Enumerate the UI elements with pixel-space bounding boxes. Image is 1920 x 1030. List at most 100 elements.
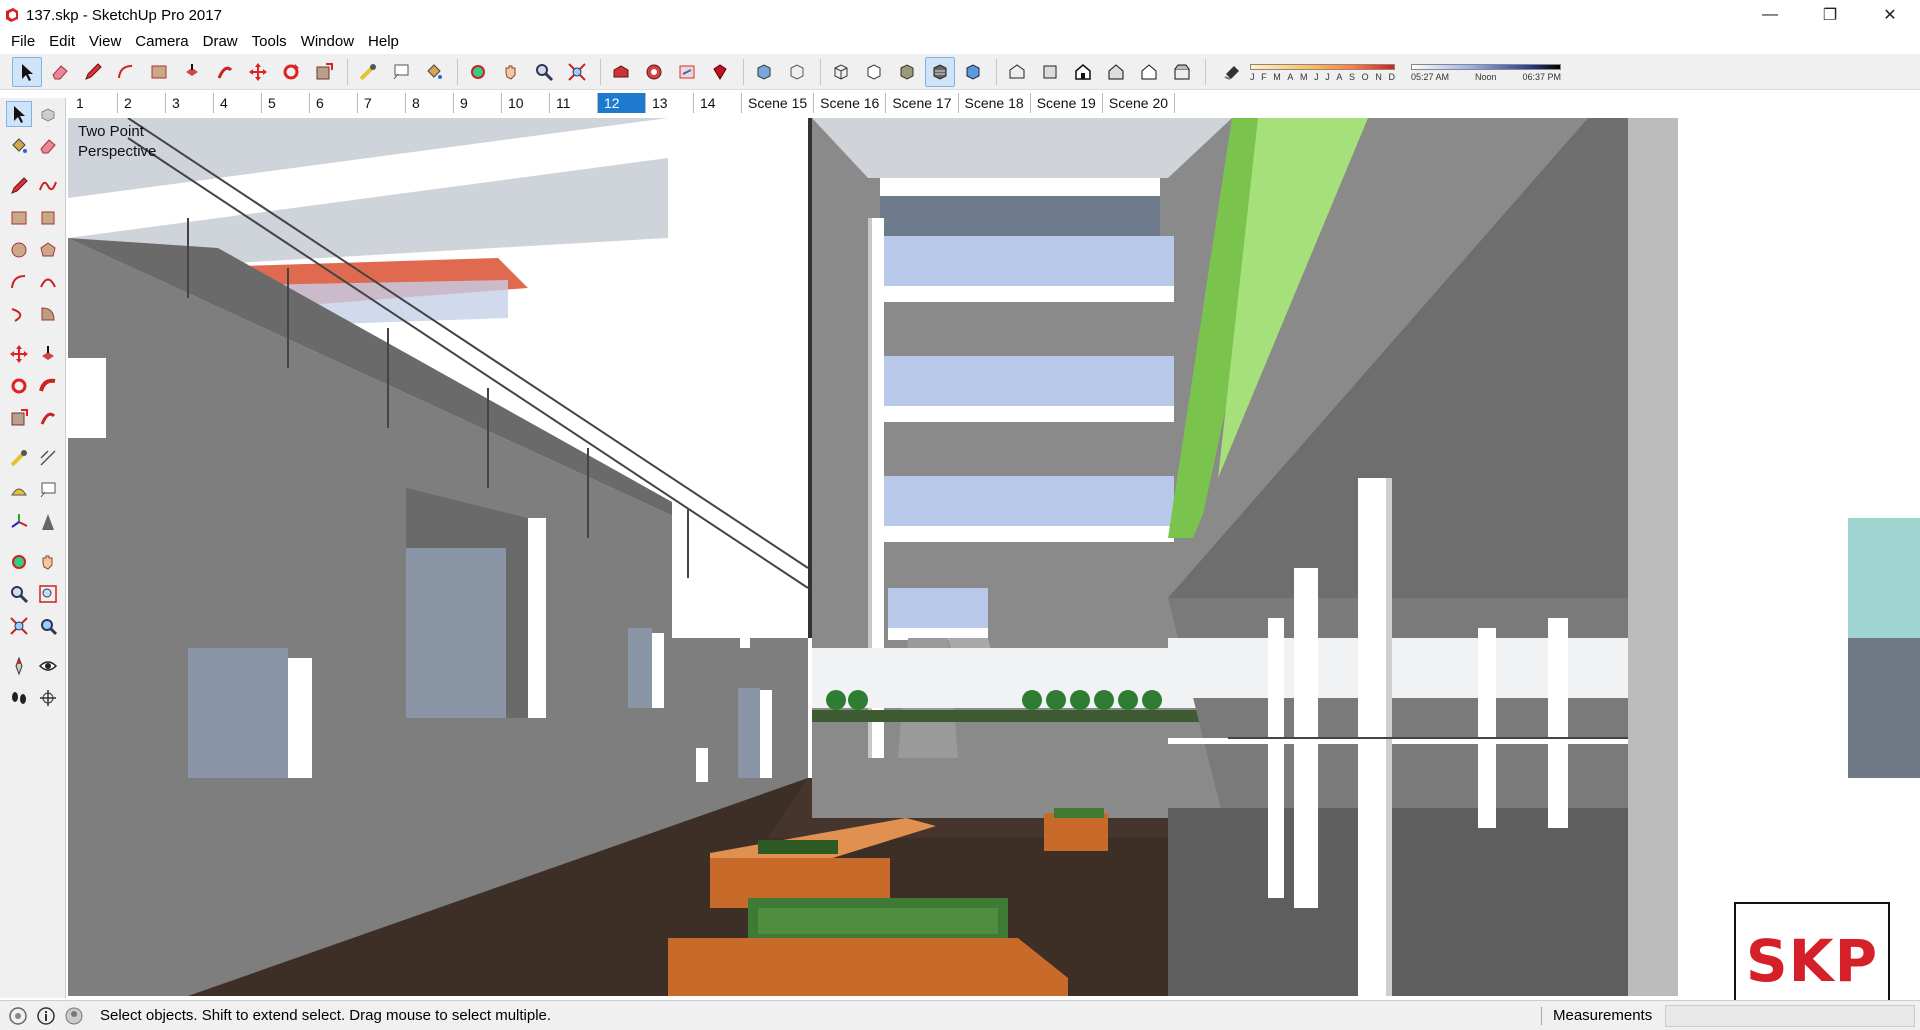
scene-tab[interactable]: 11 bbox=[550, 93, 598, 113]
rectangle-tool-button[interactable] bbox=[144, 57, 174, 87]
pan-tool-button[interactable] bbox=[496, 57, 526, 87]
scene-tab[interactable]: 1 bbox=[70, 93, 118, 113]
right-view-button[interactable] bbox=[1101, 57, 1131, 87]
axes-tool[interactable] bbox=[6, 509, 32, 535]
rotate-tool[interactable] bbox=[6, 373, 32, 399]
model-viewport[interactable]: Two Point Perspective bbox=[68, 118, 1920, 996]
scene-tab[interactable]: 9 bbox=[454, 93, 502, 113]
2-point-arc-tool[interactable] bbox=[36, 269, 62, 295]
menu-help[interactable]: Help bbox=[361, 33, 406, 50]
shadows-toggle-button[interactable] bbox=[1217, 57, 1247, 87]
menu-window[interactable]: Window bbox=[294, 33, 361, 50]
time-of-day-slider[interactable]: 05:27 AM Noon 06:37 PM bbox=[1411, 58, 1561, 86]
look-around-tool[interactable] bbox=[36, 653, 62, 679]
select-tool[interactable] bbox=[6, 101, 32, 127]
menu-draw[interactable]: Draw bbox=[196, 33, 245, 50]
scene-tab[interactable]: 7 bbox=[358, 93, 406, 113]
pie-tool[interactable] bbox=[36, 301, 62, 327]
rectangle-tool[interactable] bbox=[6, 205, 32, 231]
wireframe-style-button[interactable] bbox=[826, 57, 856, 87]
zoom-window-tool[interactable] bbox=[36, 581, 62, 607]
section-plane-tool[interactable] bbox=[36, 685, 62, 711]
menu-view[interactable]: View bbox=[82, 33, 128, 50]
follow-me-tool[interactable] bbox=[36, 373, 62, 399]
3d-text-tool[interactable] bbox=[36, 509, 62, 535]
close-button[interactable]: ✕ bbox=[1860, 0, 1920, 30]
menu-tools[interactable]: Tools bbox=[245, 33, 294, 50]
extension-warehouse-button[interactable] bbox=[639, 57, 669, 87]
scene-tab[interactable]: Scene 19 bbox=[1031, 93, 1103, 113]
pan-tool[interactable] bbox=[36, 549, 62, 575]
scene-tab[interactable]: Scene 20 bbox=[1103, 93, 1176, 113]
freehand-tool[interactable] bbox=[36, 173, 62, 199]
scale-tool-button[interactable] bbox=[309, 57, 339, 87]
minimize-button[interactable]: — bbox=[1740, 0, 1800, 30]
select-tool-button[interactable] bbox=[12, 56, 42, 87]
push-pull-tool[interactable] bbox=[36, 341, 62, 367]
monochrome-style-button[interactable] bbox=[958, 57, 988, 87]
xray-style-button[interactable] bbox=[749, 57, 779, 87]
tape-measure-tool-button[interactable] bbox=[353, 57, 383, 87]
previous-view-tool[interactable] bbox=[36, 613, 62, 639]
position-camera-tool[interactable] bbox=[6, 653, 32, 679]
back-edges-button[interactable] bbox=[782, 57, 812, 87]
back-view-button[interactable] bbox=[1134, 57, 1164, 87]
rotate-tool-button[interactable] bbox=[276, 57, 306, 87]
scene-tab[interactable]: 2 bbox=[118, 93, 166, 113]
scene-tab[interactable]: Scene 18 bbox=[959, 93, 1031, 113]
scene-tab[interactable]: 6 bbox=[310, 93, 358, 113]
month-slider[interactable]: J F M A M J J A S O N D bbox=[1250, 58, 1395, 86]
paint-bucket-tool-button[interactable] bbox=[419, 57, 449, 87]
tape-measure-tool[interactable] bbox=[6, 445, 32, 471]
scene-tab[interactable]: 10 bbox=[502, 93, 550, 113]
make-component-tool[interactable] bbox=[36, 101, 61, 127]
offset-tool[interactable] bbox=[36, 405, 62, 431]
move-tool-button[interactable] bbox=[243, 57, 273, 87]
shaded-style-button[interactable] bbox=[892, 57, 922, 87]
user-account-icon[interactable] bbox=[64, 1006, 84, 1026]
scale-tool[interactable] bbox=[6, 405, 32, 431]
scene-tab[interactable]: Scene 17 bbox=[886, 93, 959, 113]
rotated-rectangle-tool[interactable] bbox=[36, 205, 62, 231]
eraser-tool-button[interactable] bbox=[45, 57, 75, 87]
zoom-tool-button[interactable] bbox=[529, 57, 559, 87]
zoom-tool[interactable] bbox=[6, 581, 32, 607]
move-tool[interactable] bbox=[6, 341, 32, 367]
shaded-textures-style-button[interactable] bbox=[925, 56, 955, 87]
scene-tab[interactable]: 12 bbox=[598, 93, 646, 113]
polygon-tool[interactable] bbox=[36, 237, 62, 263]
zoom-extents-button[interactable] bbox=[562, 57, 592, 87]
menu-file[interactable]: File bbox=[4, 33, 42, 50]
front-view-button[interactable] bbox=[1068, 57, 1098, 87]
iso-view-button[interactable] bbox=[1002, 57, 1032, 87]
maximize-button[interactable]: ❐ bbox=[1800, 0, 1860, 30]
layout-send-button[interactable] bbox=[672, 57, 702, 87]
push-pull-tool-button[interactable] bbox=[177, 57, 207, 87]
hidden-line-style-button[interactable] bbox=[859, 57, 889, 87]
top-view-button[interactable] bbox=[1035, 57, 1065, 87]
orbit-tool-button[interactable] bbox=[463, 57, 493, 87]
scene-tab[interactable]: 3 bbox=[166, 93, 214, 113]
circle-tool[interactable] bbox=[6, 237, 32, 263]
scene-tab[interactable]: 5 bbox=[262, 93, 310, 113]
extension-manager-button[interactable] bbox=[705, 57, 735, 87]
scene-tab[interactable]: 8 bbox=[406, 93, 454, 113]
3d-warehouse-button[interactable] bbox=[606, 57, 636, 87]
scene-tab[interactable]: 14 bbox=[694, 93, 742, 113]
dimension-tool[interactable] bbox=[36, 445, 62, 471]
scene-tab[interactable]: 4 bbox=[214, 93, 262, 113]
info-icon[interactable] bbox=[36, 1006, 56, 1026]
text-tool[interactable] bbox=[36, 477, 62, 503]
3-point-arc-tool[interactable] bbox=[6, 301, 32, 327]
left-view-button[interactable] bbox=[1167, 57, 1197, 87]
scene-tab[interactable]: 13 bbox=[646, 93, 694, 113]
scene-tab[interactable]: Scene 15 bbox=[742, 93, 815, 113]
eraser-tool[interactable] bbox=[36, 133, 62, 159]
orbit-tool[interactable] bbox=[6, 549, 32, 575]
line-tool[interactable] bbox=[6, 173, 32, 199]
text-tool-button[interactable] bbox=[386, 57, 416, 87]
scene-tab[interactable]: Scene 16 bbox=[814, 93, 887, 113]
zoom-extents-tool[interactable] bbox=[6, 613, 32, 639]
arc-tool-button[interactable] bbox=[111, 57, 141, 87]
arc-tool[interactable] bbox=[6, 269, 32, 295]
